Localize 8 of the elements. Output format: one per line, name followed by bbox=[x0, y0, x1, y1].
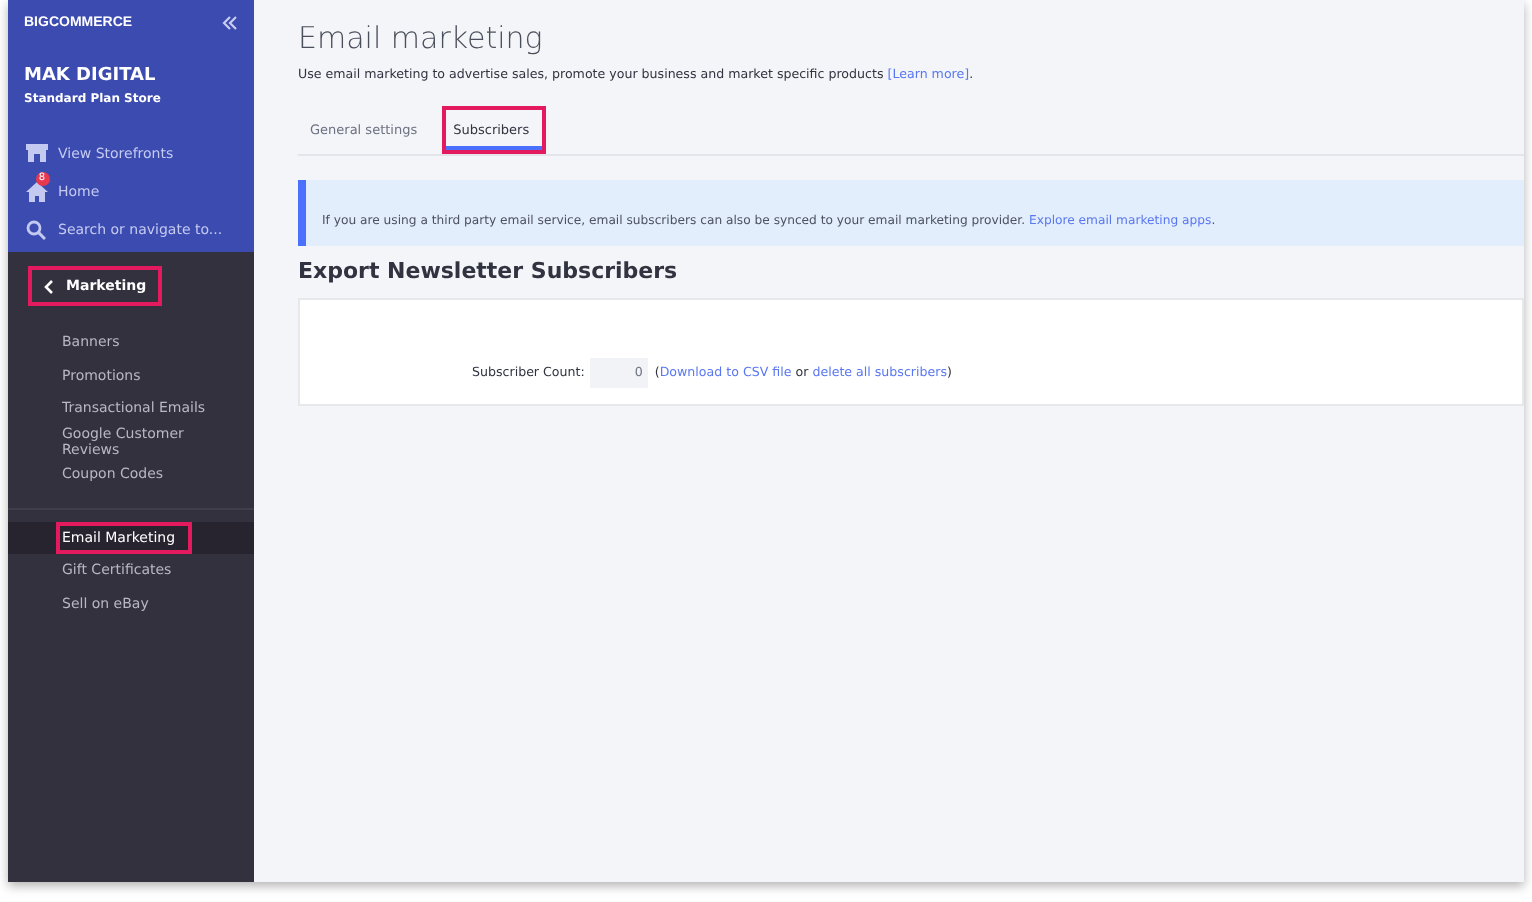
storefront-icon bbox=[25, 144, 47, 162]
collapse-icon[interactable] bbox=[222, 16, 238, 30]
section-title: Export Newsletter Subscribers bbox=[298, 258, 680, 284]
page-title: Email marketing bbox=[298, 20, 545, 56]
store-name: MAK DIGITAL bbox=[24, 66, 158, 86]
home-icon bbox=[25, 181, 47, 201]
search-icon bbox=[26, 219, 46, 239]
back-icon bbox=[44, 279, 54, 293]
